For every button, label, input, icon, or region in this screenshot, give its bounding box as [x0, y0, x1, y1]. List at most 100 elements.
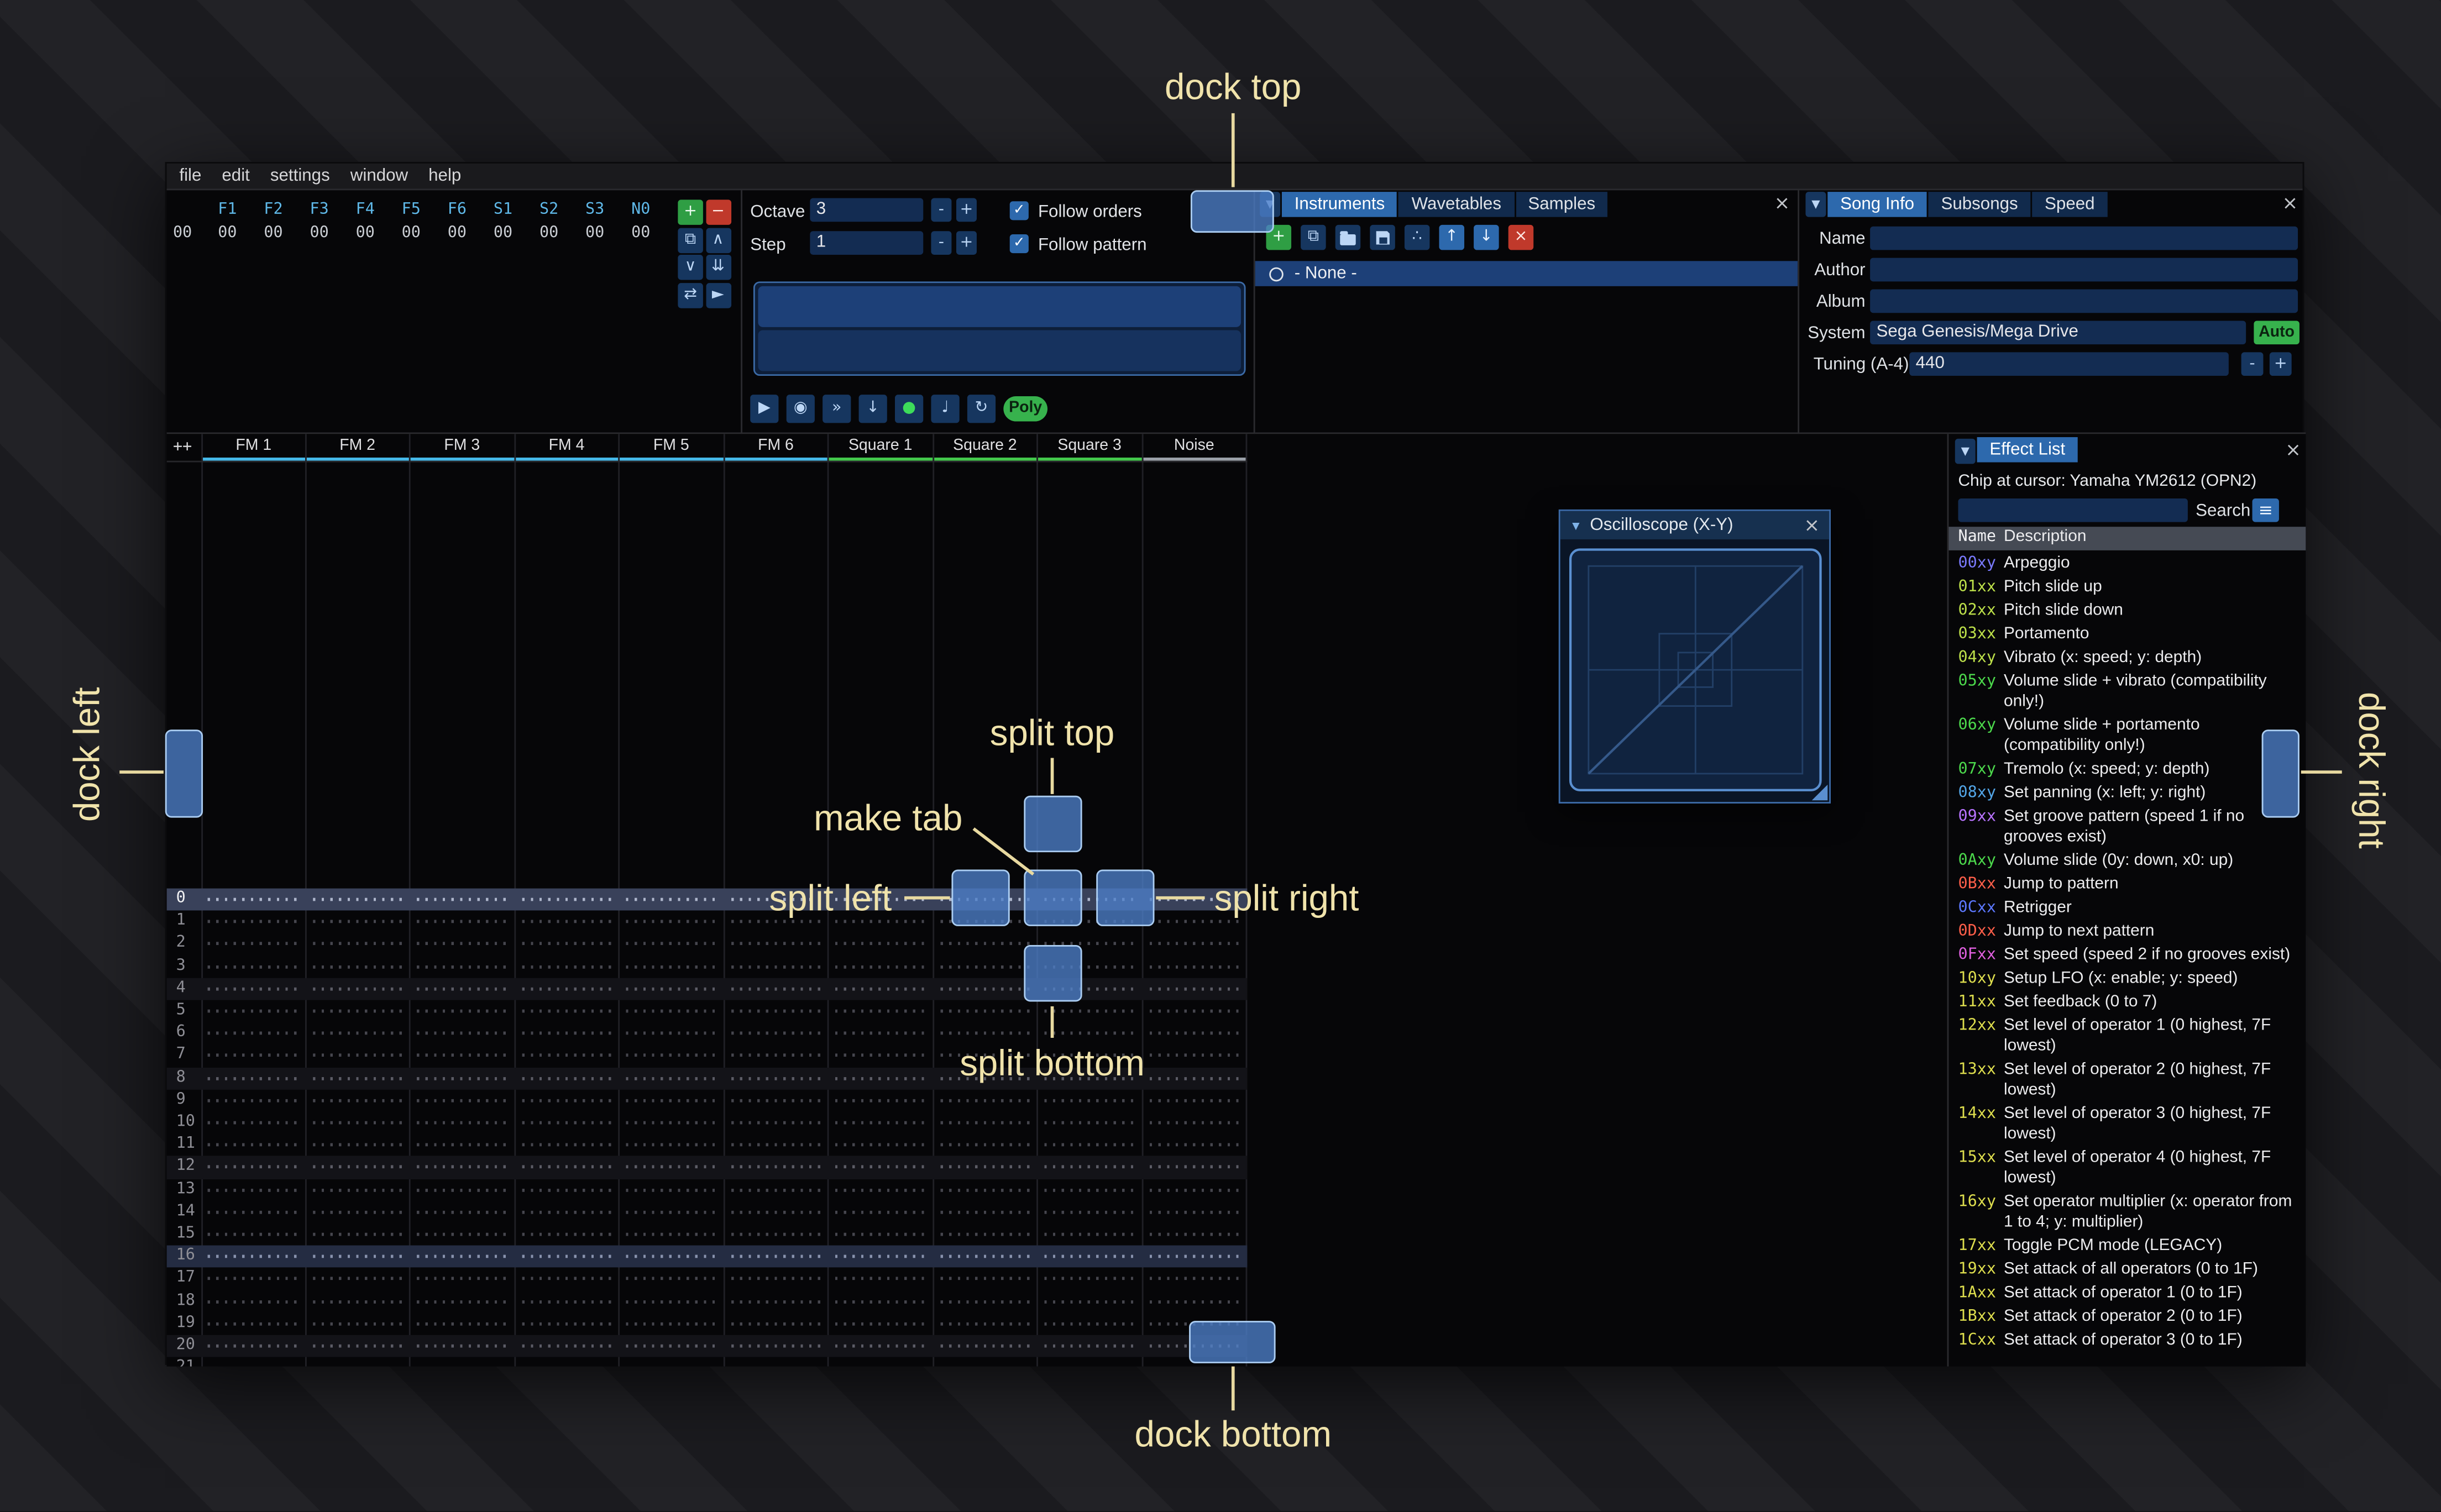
step-one-row-button[interactable]: ↓ — [858, 395, 887, 423]
pattern-cell[interactable] — [620, 1044, 724, 1067]
pattern-cell[interactable] — [306, 1112, 410, 1134]
pattern-cell[interactable] — [724, 1044, 829, 1067]
pattern-cell[interactable] — [724, 1290, 829, 1313]
pattern-cell[interactable] — [411, 1179, 515, 1201]
pattern-cell[interactable] — [934, 1246, 1038, 1268]
pattern-cell[interactable] — [411, 1134, 515, 1156]
order-channel-header-s3[interactable]: S3 — [572, 201, 618, 218]
channel-header-fm-4[interactable]: FM 4 — [515, 437, 618, 459]
pattern-cell[interactable] — [306, 1224, 410, 1246]
pattern-cell[interactable] — [411, 1290, 515, 1313]
pattern-cell[interactable] — [829, 1335, 934, 1357]
pattern-cell[interactable] — [411, 933, 515, 955]
pattern-cell[interactable] — [724, 933, 829, 955]
dock-right-button[interactable] — [2261, 729, 2299, 818]
effect-row-17xx[interactable]: 17xx Toggle PCM mode (LEGACY) — [1948, 1235, 2306, 1258]
effect-list-menu-icon[interactable]: ≡ — [2252, 498, 2279, 522]
step-decrease-button[interactable]: - — [931, 231, 952, 255]
resize-grip[interactable] — [1811, 784, 1828, 801]
effect-row-0Fxx[interactable]: 0Fxx Set speed (speed 2 if no grooves exi… — [1948, 943, 2306, 967]
system-auto-button[interactable]: Auto — [2254, 321, 2299, 345]
pattern-cell[interactable] — [1143, 1000, 1247, 1022]
pattern-cell[interactable] — [515, 1156, 620, 1178]
pattern-cell[interactable] — [620, 1134, 724, 1156]
open-instrument-button[interactable] — [1335, 224, 1361, 250]
pattern-cell[interactable] — [829, 1313, 934, 1335]
pattern-cell[interactable] — [201, 1268, 306, 1290]
pattern-cell[interactable] — [1038, 1246, 1143, 1268]
order-cell[interactable]: 00 — [434, 225, 480, 242]
pattern-cell[interactable] — [724, 1156, 829, 1178]
pattern-cell[interactable] — [620, 1224, 724, 1246]
pattern-cell[interactable] — [829, 1000, 934, 1022]
pattern-cell[interactable] — [724, 1335, 829, 1357]
play-button[interactable]: ▶ — [750, 395, 779, 423]
effect-row-19xx[interactable]: 19xx Set attack of all operators (0 to 1F… — [1948, 1258, 2306, 1282]
pattern-cell[interactable] — [829, 1290, 934, 1313]
pattern-cell[interactable] — [620, 911, 724, 933]
effect-row-1Bxx[interactable]: 1Bxx Set attack of operator 2 (0 to 1F) — [1948, 1305, 2306, 1329]
pattern-cell[interactable] — [934, 1313, 1038, 1335]
duplicate-order-button[interactable]: ⧉ — [678, 227, 703, 253]
pattern-cell[interactable] — [201, 933, 306, 955]
pattern-cell[interactable] — [1143, 1201, 1247, 1223]
pattern-cell[interactable] — [1038, 1313, 1143, 1335]
dock-left-button[interactable] — [165, 729, 203, 818]
move-instrument-down-button[interactable]: ↓ — [1474, 224, 1499, 250]
pattern-cell[interactable] — [1143, 933, 1247, 955]
pattern-cell[interactable] — [201, 1201, 306, 1223]
pattern-cell[interactable] — [620, 1246, 724, 1268]
pattern-cell[interactable] — [829, 978, 934, 1000]
order-cell[interactable]: 00 — [480, 225, 526, 242]
dock-bottom-button[interactable] — [1189, 1321, 1276, 1363]
pattern-cell[interactable] — [1143, 1156, 1247, 1178]
pattern-cell[interactable] — [1038, 1201, 1143, 1223]
effect-row-14xx[interactable]: 14xx Set level of operator 3 (0 highest, … — [1948, 1102, 2306, 1147]
pattern-cell[interactable] — [515, 1313, 620, 1335]
effect-row-11xx[interactable]: 11xx Set feedback (0 to 7) — [1948, 991, 2306, 1015]
pattern-cell[interactable] — [620, 1313, 724, 1335]
pattern-cell[interactable] — [829, 1134, 934, 1156]
pattern-cell[interactable] — [724, 1224, 829, 1246]
pattern-cell[interactable] — [306, 1246, 410, 1268]
pattern-cell[interactable] — [306, 1313, 410, 1335]
pattern-cell[interactable] — [724, 1112, 829, 1134]
stop-button[interactable]: ● — [895, 395, 924, 423]
pattern-cell[interactable] — [829, 1201, 934, 1223]
pattern-cell[interactable] — [934, 1357, 1038, 1367]
pattern-cell[interactable] — [201, 978, 306, 1000]
pattern-cell[interactable] — [620, 1112, 724, 1134]
effect-row-05xy[interactable]: 05xy Volume slide + vibrato (compatibilit… — [1948, 670, 2306, 714]
channel-header-fm-2[interactable]: FM 2 — [306, 437, 408, 459]
menu-item-edit[interactable]: edit — [222, 167, 250, 186]
pattern-cell[interactable] — [515, 1067, 620, 1089]
effect-row-04xy[interactable]: 04xy Vibrato (x: speed; y: depth) — [1948, 646, 2306, 670]
order-channel-header-n0[interactable]: N0 — [618, 201, 664, 218]
pattern-cell[interactable] — [934, 1000, 1038, 1022]
effect-list-collapse-icon[interactable]: ▼ — [1955, 438, 1976, 464]
menu-item-window[interactable]: window — [350, 167, 408, 186]
pattern-cell[interactable] — [829, 1156, 934, 1178]
remove-order-button[interactable]: − — [705, 200, 731, 225]
tuning-decrease-button[interactable]: - — [2241, 352, 2264, 376]
oscilloscope-collapse-icon[interactable]: ▼ — [1570, 518, 1583, 533]
poly-mode-button[interactable]: Poly — [1003, 396, 1048, 422]
order-channel-header-f1[interactable]: F1 — [205, 201, 250, 218]
pattern-cell[interactable] — [934, 1112, 1038, 1134]
order-channel-header-s2[interactable]: S2 — [526, 201, 572, 218]
delete-instrument-button[interactable]: × — [1508, 224, 1534, 250]
pattern-cell[interactable] — [201, 1224, 306, 1246]
octave-increase-button[interactable]: + — [956, 198, 977, 222]
pattern-cell[interactable] — [934, 1290, 1038, 1313]
pattern-cell[interactable] — [515, 1268, 620, 1290]
effect-row-13xx[interactable]: 13xx Set level of operator 2 (0 highest, … — [1948, 1058, 2306, 1102]
pattern-cell[interactable] — [201, 889, 306, 911]
effect-row-08xy[interactable]: 08xy Set panning (x: left; y: right) — [1948, 781, 2306, 805]
pattern-cell[interactable] — [724, 1089, 829, 1111]
pattern-cell[interactable] — [201, 1246, 306, 1268]
pattern-cell[interactable] — [306, 933, 410, 955]
order-channel-header-f2[interactable]: F2 — [250, 201, 296, 218]
pattern-cell[interactable] — [620, 1201, 724, 1223]
menu-item-settings[interactable]: settings — [270, 167, 330, 186]
pattern-cell[interactable] — [306, 956, 410, 978]
